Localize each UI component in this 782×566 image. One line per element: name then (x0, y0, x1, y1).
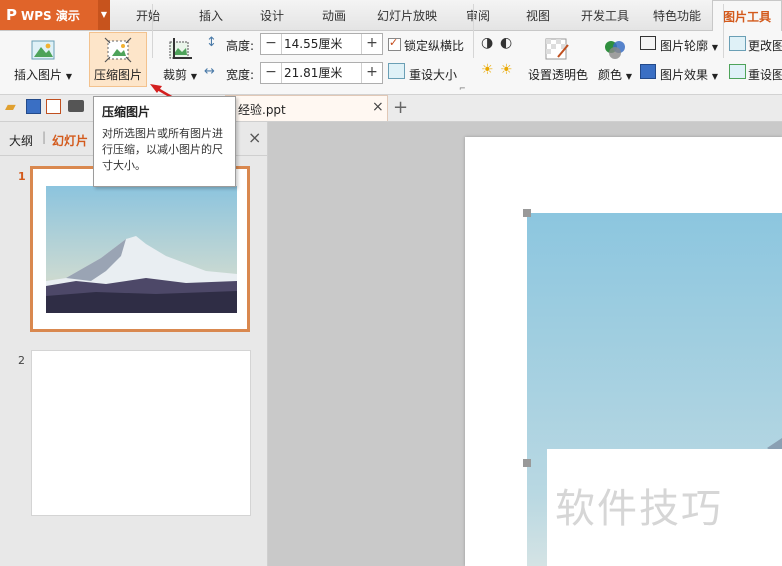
tooltip-body: 对所选图片或所有图片进行压缩，以减小图片的尺寸大小。 (102, 127, 223, 172)
document-tab[interactable]: 经验.ppt × (225, 95, 388, 121)
close-document-icon[interactable]: × (372, 99, 384, 115)
height-decrease-button[interactable]: − (261, 34, 282, 54)
tab-view[interactable]: 视图 (512, 0, 564, 30)
compress-picture-icon (104, 37, 132, 66)
brightness-decrease-icon[interactable]: ☀ (500, 62, 513, 78)
export-pdf-icon[interactable] (46, 99, 61, 114)
ribbon-divider (152, 4, 153, 58)
pane-tab-divider: | (42, 130, 47, 144)
width-decrease-button[interactable]: − (261, 63, 282, 83)
print-icon[interactable] (68, 100, 84, 112)
tab-design[interactable]: 设计 (244, 0, 300, 30)
slide-thumbnail-1[interactable] (30, 166, 250, 332)
reset-picture-icon[interactable] (729, 64, 746, 79)
color-icon[interactable] (602, 37, 628, 64)
dropdown-arrow-icon: ▼ (65, 72, 72, 81)
width-value[interactable]: 21.81厘米 (284, 63, 342, 83)
lock-ratio-label[interactable]: 锁定纵横比 (404, 37, 464, 54)
outline-label: 图片轮廓 (660, 39, 709, 53)
width-label: 宽度: (226, 68, 255, 82)
dialog-launcher-icon[interactable]: ⌐ (459, 84, 466, 93)
height-spinner[interactable]: − 14.55厘米 + (260, 33, 383, 55)
compress-picture-label: 压缩图片 (94, 68, 143, 82)
wps-logo-icon: P (6, 6, 17, 24)
resize-handle[interactable] (523, 459, 531, 467)
height-increase-button[interactable]: + (361, 34, 382, 54)
width-spinner[interactable]: − 21.81厘米 + (260, 62, 383, 84)
tab-animation[interactable]: 动画 (306, 0, 362, 30)
tab-review[interactable]: 审阅 (452, 0, 504, 30)
color-label: 颜色 (598, 68, 623, 82)
height-icon: ↕ (206, 35, 217, 50)
ribbon-divider (723, 4, 724, 58)
insert-picture-icon[interactable] (30, 38, 56, 65)
crop-icon[interactable] (166, 36, 194, 65)
dropdown-arrow-icon: ▼ (190, 72, 197, 81)
dropdown-arrow-icon: ▼ (625, 72, 632, 81)
width-increase-button[interactable]: + (361, 63, 382, 83)
watermark-text: 软件技巧 (555, 486, 723, 532)
document-tab-title: 经验.ppt (238, 103, 286, 117)
height-label: 高度: (226, 39, 255, 53)
close-pane-icon[interactable]: × (248, 128, 261, 147)
color-button[interactable]: 颜色 ▼ (598, 66, 632, 83)
mountain-photo-thumbnail (46, 186, 237, 313)
dropdown-arrow-icon: ▼ (711, 43, 718, 52)
tab-outline[interactable]: 大纲 (9, 132, 33, 149)
compress-picture-tooltip: 压缩图片 对所选图片或所有图片进行压缩，以减小图片的尺寸大小。 (93, 96, 236, 187)
app-menu-dropdown-icon[interactable]: ▼ (98, 0, 110, 30)
tab-developer[interactable]: 开发工具 (572, 0, 638, 30)
app-name: WPS 演示 (21, 9, 80, 23)
insert-picture-button[interactable]: 插入图片 ▼ (14, 66, 72, 83)
change-picture-icon[interactable] (729, 36, 746, 51)
tab-insert[interactable]: 插入 (183, 0, 239, 30)
app-menu-button[interactable]: P WPS 演示 (0, 0, 98, 30)
height-value[interactable]: 14.55厘米 (284, 34, 342, 54)
save-icon[interactable] (26, 99, 41, 114)
tab-home[interactable]: 开始 (120, 0, 176, 30)
slide-number: 1 (18, 170, 26, 183)
outline-icon[interactable] (640, 36, 656, 50)
insert-picture-label: 插入图片 (14, 68, 63, 82)
outline-button[interactable]: 图片轮廓 ▼ (660, 37, 718, 54)
resize-handle[interactable] (523, 209, 531, 217)
brightness-increase-icon[interactable]: ☀ (481, 62, 494, 78)
change-picture-label[interactable]: 更改图 (748, 37, 782, 54)
tab-features[interactable]: 特色功能 (644, 0, 710, 30)
tab-slideshow[interactable]: 幻灯片放映 (368, 0, 446, 30)
dropdown-arrow-icon: ▼ (711, 72, 718, 81)
contrast-icon[interactable]: ◑ (481, 35, 493, 51)
reset-size-icon[interactable] (388, 63, 405, 79)
effects-label: 图片效果 (660, 68, 709, 82)
tooltip-title: 压缩图片 (102, 105, 151, 119)
slide-number: 2 (18, 354, 25, 367)
width-icon: ↔ (204, 64, 215, 79)
open-folder-icon[interactable]: ▰ (5, 99, 16, 115)
reset-size-label[interactable]: 重设大小 (409, 66, 457, 83)
slide-thumbnail-2[interactable] (31, 350, 251, 516)
set-transparent-icon[interactable] (544, 37, 570, 64)
effects-icon[interactable] (640, 64, 656, 79)
new-tab-icon[interactable]: + (393, 97, 408, 118)
effects-button[interactable]: 图片效果 ▼ (660, 66, 718, 83)
reset-picture-label[interactable]: 重设图 (748, 66, 782, 83)
tab-slides[interactable]: 幻灯片 (52, 132, 88, 149)
ribbon-divider (473, 4, 474, 58)
contrast-decrease-icon[interactable]: ◐ (500, 35, 512, 51)
lock-ratio-checkbox[interactable] (388, 36, 401, 51)
set-transparent-label[interactable]: 设置透明色 (528, 66, 588, 83)
